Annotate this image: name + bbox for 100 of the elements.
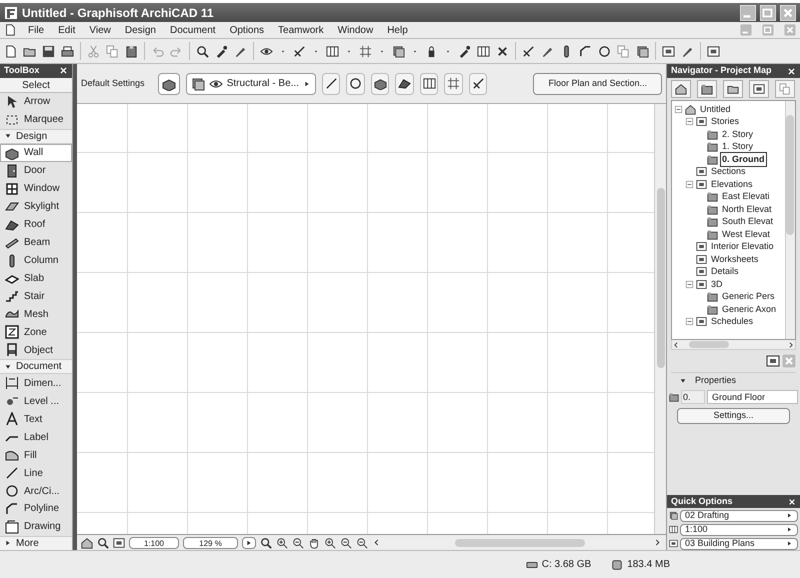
tool-item[interactable]: Dimen... [0, 374, 72, 392]
tree-item[interactable]: 1. Story [720, 139, 756, 154]
tool-item[interactable]: Skylight [0, 198, 72, 216]
tree-item[interactable]: West Elevat [720, 226, 772, 242]
view-icon[interactable] [662, 44, 675, 58]
find-icon[interactable] [97, 536, 109, 548]
option-dropdown[interactable]: 03 Building Plans [680, 538, 798, 550]
zoom-in-icon[interactable] [324, 536, 336, 548]
section-header[interactable]: Design [0, 128, 72, 144]
settings-button[interactable]: Settings... [677, 408, 790, 424]
table-icon[interactable] [477, 44, 490, 58]
tool-item[interactable]: Arc/Ci... [0, 482, 72, 500]
menu-item[interactable]: View [87, 22, 113, 38]
menu-item[interactable]: Help [385, 22, 410, 38]
wall-settings-button[interactable] [158, 72, 180, 94]
layers-icon[interactable] [636, 44, 649, 58]
view-icon[interactable] [113, 536, 125, 548]
tool-item[interactable]: Column [0, 252, 72, 270]
copy-icon[interactable] [106, 44, 119, 58]
close-icon[interactable] [496, 44, 509, 58]
navigator-tab[interactable] [697, 80, 717, 98]
tree-item[interactable]: South Elevat [720, 214, 776, 230]
tree-item[interactable]: 2. Story [720, 126, 756, 142]
collapse-toggle-icon[interactable] [685, 117, 694, 126]
hand-icon[interactable] [308, 536, 320, 548]
scale-field[interactable]: 1:100 [129, 536, 179, 548]
zoom-icon[interactable] [260, 536, 272, 548]
tool-item[interactable]: Object [0, 341, 72, 360]
tool-item[interactable]: Slab [0, 270, 72, 288]
section-header[interactable]: Document [0, 359, 72, 374]
tool-item[interactable]: Beam [0, 234, 72, 252]
option-button[interactable] [322, 72, 340, 94]
option-button[interactable] [395, 72, 414, 94]
navigator-tab[interactable] [749, 80, 769, 98]
menu-item[interactable]: Edit [56, 22, 78, 38]
option-button[interactable] [370, 72, 390, 94]
menu-item[interactable]: Document [168, 22, 218, 38]
tree-item[interactable]: Schedules [709, 314, 756, 330]
zoom-out-icon[interactable] [356, 536, 368, 548]
horizontal-scrollbar[interactable] [671, 340, 796, 350]
tool-item[interactable]: Window [0, 180, 72, 198]
tree-item[interactable]: Elevations [709, 176, 755, 192]
paste-icon[interactable] [125, 44, 138, 58]
tree-item[interactable]: 0. Ground [720, 152, 766, 167]
vertical-scrollbar[interactable] [654, 104, 666, 534]
tree-item[interactable]: 3D [709, 276, 725, 292]
tool-item[interactable]: Marquee [0, 110, 72, 129]
option-dropdown[interactable]: 1:100 [680, 524, 798, 536]
menu-item[interactable]: Window [336, 22, 376, 38]
zoom-in-icon[interactable] [276, 536, 288, 548]
tree-item[interactable]: Details [709, 264, 741, 280]
zoom-out-icon[interactable] [340, 536, 352, 548]
zoom-field[interactable]: 129 % [183, 536, 238, 548]
collapse-toggle-icon[interactable] [685, 317, 694, 326]
arc-icon[interactable] [598, 44, 611, 58]
tool-item[interactable]: Level ... [0, 392, 72, 410]
collapse-toggle-icon[interactable] [674, 104, 683, 114]
tree-item[interactable]: North Elevat [720, 202, 774, 217]
tool-item[interactable]: Line [0, 464, 72, 482]
tree-item[interactable]: Interior Elevatio [709, 239, 776, 254]
tree-item[interactable]: Untitled [698, 102, 733, 117]
option-button[interactable] [420, 72, 438, 94]
tool-item[interactable]: Arrow [0, 92, 72, 111]
tool-item[interactable]: Zone [0, 323, 72, 342]
zoom-menu-button[interactable] [242, 536, 256, 548]
tool-item[interactable]: Mesh [0, 305, 72, 324]
navigator-tab[interactable] [723, 80, 743, 98]
floor-plan-button[interactable]: Floor Plan and Section... [533, 72, 662, 94]
option-button[interactable] [346, 72, 365, 94]
pipette-icon[interactable] [458, 44, 471, 58]
tool-item[interactable]: Stair [0, 288, 72, 306]
grid-icon[interactable] [359, 44, 372, 58]
tree-item[interactable]: Stories [709, 114, 742, 130]
more-toggle[interactable]: More [0, 536, 72, 550]
tool-item[interactable]: Fill [0, 446, 72, 464]
navigator-tab[interactable] [671, 80, 691, 98]
zoom-out-icon[interactable] [292, 536, 304, 548]
view-icon[interactable] [766, 354, 780, 368]
save-icon[interactable] [42, 44, 55, 58]
tool-item[interactable]: Drawing [0, 518, 72, 536]
restore-icon[interactable] [760, 4, 776, 20]
print-icon[interactable] [61, 44, 74, 58]
minimize-icon[interactable] [740, 4, 756, 20]
tree-item[interactable]: Sections [709, 164, 748, 180]
tool-item[interactable]: Text [0, 410, 72, 428]
collapse-toggle-icon[interactable] [685, 180, 694, 189]
menu-item[interactable]: Teamwork [276, 22, 326, 38]
view-icon[interactable] [707, 44, 720, 58]
table-icon[interactable] [326, 44, 339, 58]
story-number-field[interactable]: 0. [681, 390, 705, 404]
vertical-scrollbar[interactable] [785, 101, 795, 339]
tool-item[interactable]: Label [0, 428, 72, 446]
tree-item[interactable]: Worksheets [709, 252, 760, 267]
menu-item[interactable]: File [26, 22, 46, 38]
find-icon[interactable] [196, 44, 209, 58]
tool-item[interactable]: Roof [0, 216, 72, 234]
tool-item[interactable]: Wall [0, 144, 72, 162]
new-document-icon[interactable] [4, 44, 17, 58]
menu-item[interactable]: Options [228, 22, 266, 38]
polyline-icon[interactable] [579, 44, 592, 58]
